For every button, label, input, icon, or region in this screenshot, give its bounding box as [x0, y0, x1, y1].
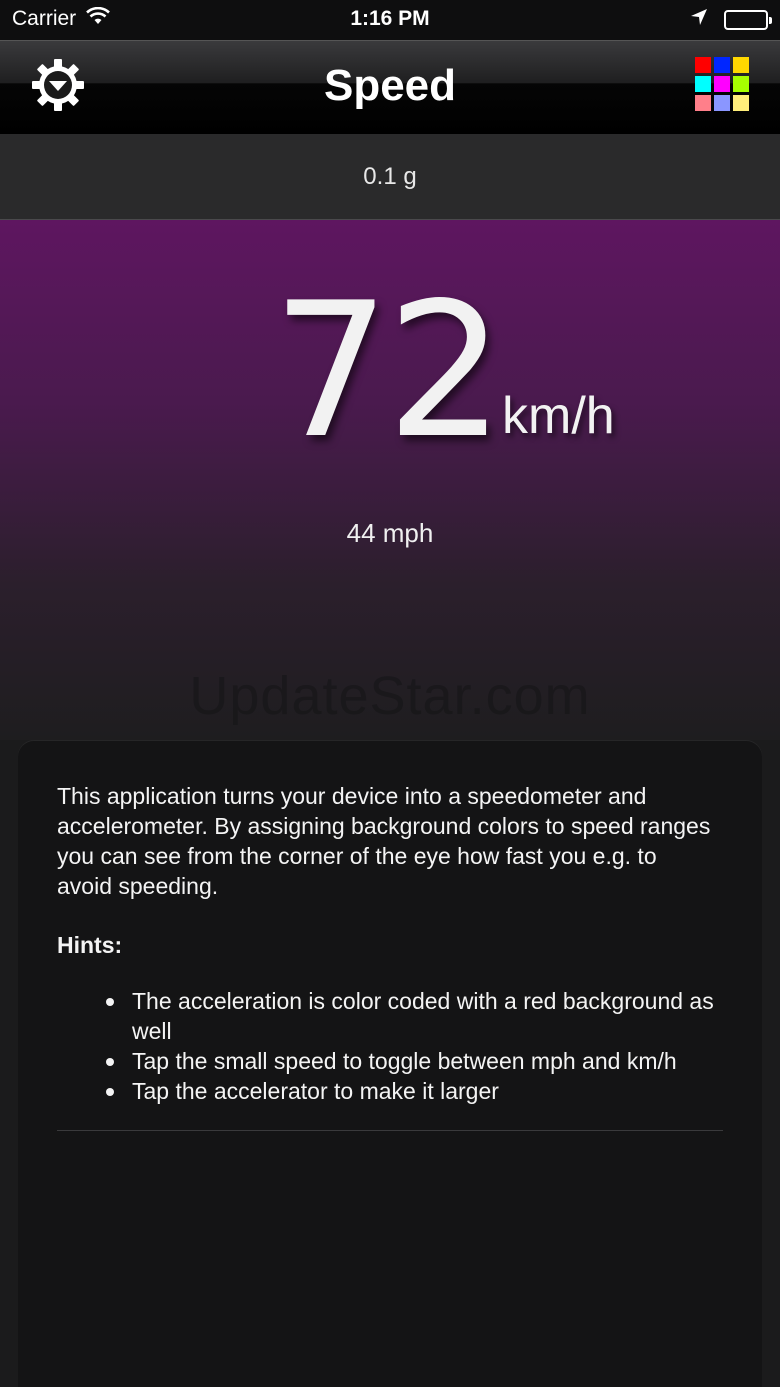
speed-unit: km/h	[502, 387, 615, 445]
list-item: Tap the small speed to toggle between mp…	[57, 1046, 737, 1076]
palette-swatch-icon	[714, 95, 730, 111]
status-time: 1:16 PM	[350, 7, 430, 30]
palette-swatch-icon	[695, 76, 711, 92]
acceleration-display[interactable]: 0.1 g	[0, 134, 780, 220]
list-item: Tap the accelerator to make it larger	[57, 1076, 737, 1106]
list-item: The acceleration is color coded with a r…	[57, 986, 737, 1046]
color-palette-button[interactable]	[695, 57, 749, 111]
watermark: UpdateStar.com	[189, 666, 591, 726]
speed-display: 72 km/h 44 mph UpdateStar.com	[0, 220, 780, 740]
status-right	[690, 8, 772, 32]
hints-list: The acceleration is color coded with a r…	[57, 986, 737, 1106]
alt-speed-toggle[interactable]: 44 mph	[0, 518, 780, 549]
palette-swatch-icon	[733, 95, 749, 111]
battery-icon	[724, 10, 772, 30]
palette-swatch-icon	[695, 57, 711, 73]
speed-value: 72	[272, 262, 505, 479]
info-description: This application turns your device into …	[57, 783, 711, 899]
divider	[57, 1130, 723, 1131]
acceleration-value: 0.1 g	[363, 162, 417, 190]
location-arrow-icon	[690, 8, 708, 32]
status-bar: Carrier 1:16 PM	[0, 0, 780, 40]
palette-swatch-icon	[733, 76, 749, 92]
hints-title: Hints:	[57, 932, 123, 958]
palette-swatch-icon	[695, 95, 711, 111]
page-title: Speed	[323, 61, 457, 110]
nav-bar: Speed	[0, 40, 780, 134]
info-panel: This application turns your device into …	[18, 741, 762, 1387]
palette-swatch-icon	[714, 76, 730, 92]
palette-swatch-icon	[714, 57, 730, 73]
palette-swatch-icon	[733, 57, 749, 73]
